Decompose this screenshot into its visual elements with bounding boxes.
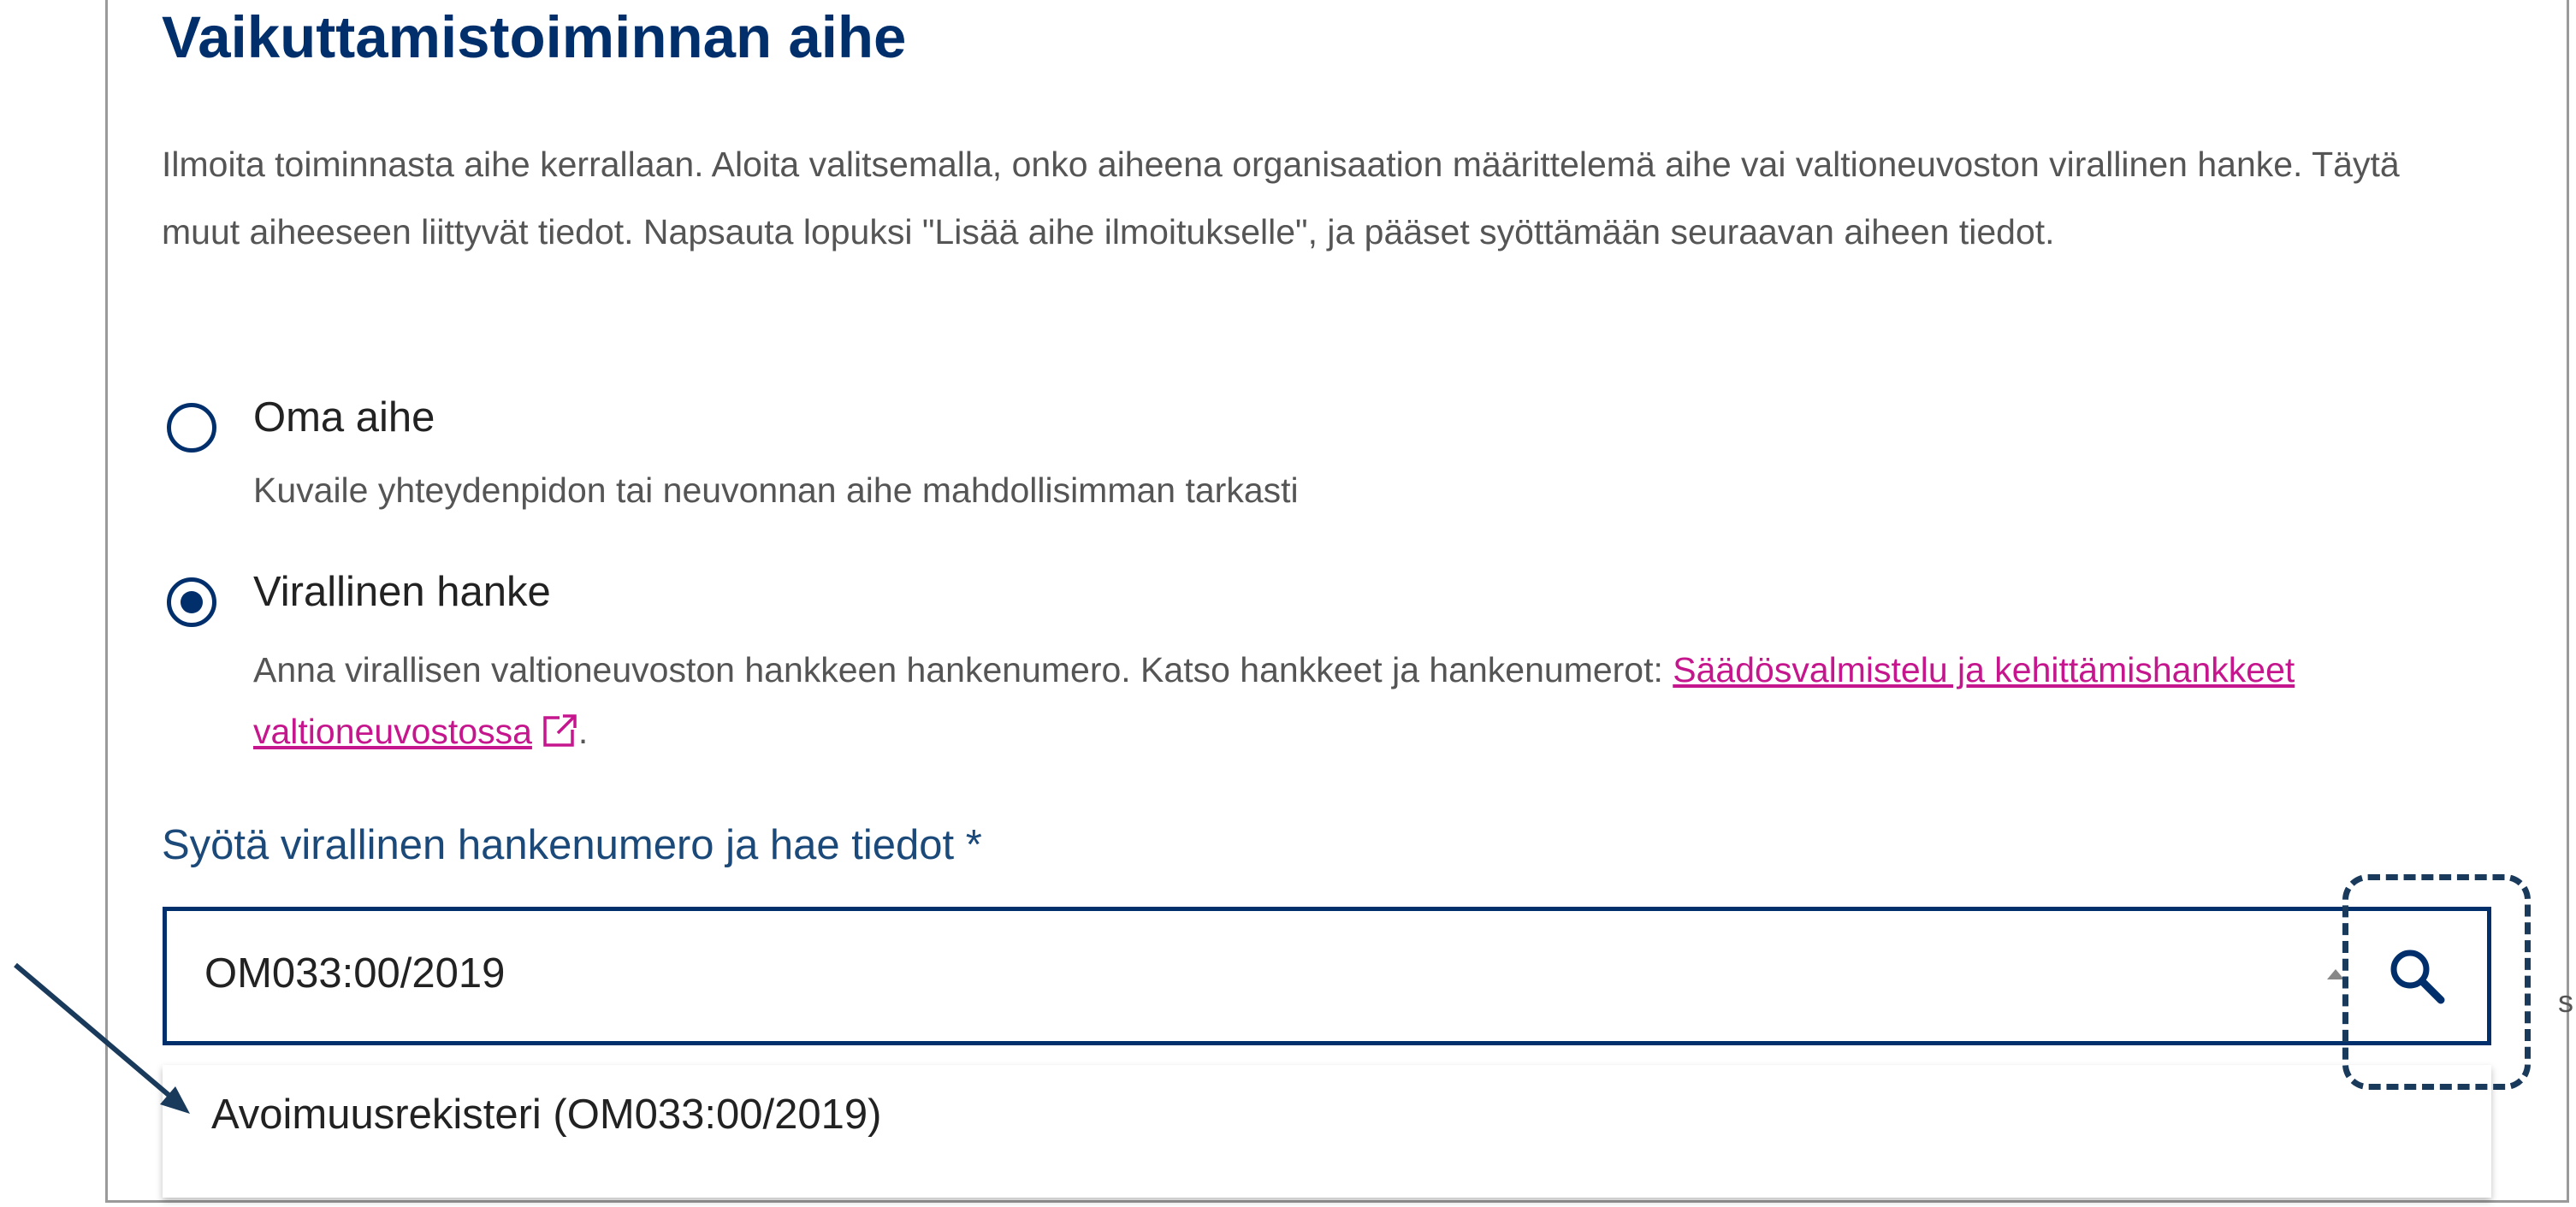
- option-label-virallinen-hanke[interactable]: Virallinen hanke: [253, 568, 551, 616]
- option-hint-virallinen-hanke: Anna virallisen valtioneuvoston hankkeen…: [253, 639, 2324, 762]
- suggestion-item[interactable]: Avoimuusrekisteri (OM033:00/2019): [211, 1091, 881, 1139]
- search-icon: [2390, 950, 2445, 1004]
- option-hint-oma-aihe: Kuvaile yhteydenpidon tai neuvonnan aihe…: [253, 470, 1299, 510]
- hint-suffix: .: [577, 712, 589, 751]
- page-title: Vaikuttamistoiminnan aihe: [162, 4, 907, 70]
- hint-text: Anna virallisen valtioneuvoston hankkeen…: [253, 650, 1673, 689]
- search-field: [163, 907, 2491, 1045]
- dropdown-caret-icon[interactable]: [2327, 969, 2344, 979]
- suggestion-dropdown: Avoimuusrekisteri (OM033:00/2019): [163, 1065, 2491, 1198]
- intro-text: Ilmoita toiminnasta aihe kerrallaan. Alo…: [162, 145, 2400, 251]
- radio-virallinen-hanke[interactable]: [167, 577, 216, 627]
- truncated-glyph: s: [2558, 984, 2573, 1019]
- option-label-oma-aihe[interactable]: Oma aihe: [253, 393, 435, 441]
- radio-selected-dot: [181, 591, 203, 613]
- search-button[interactable]: [2366, 928, 2468, 1024]
- radio-oma-aihe[interactable]: [167, 403, 216, 453]
- search-input[interactable]: [204, 944, 2326, 1003]
- search-field-label: Syötä virallinen hankenumero ja hae tied…: [162, 822, 982, 868]
- external-link-icon[interactable]: [542, 713, 578, 748]
